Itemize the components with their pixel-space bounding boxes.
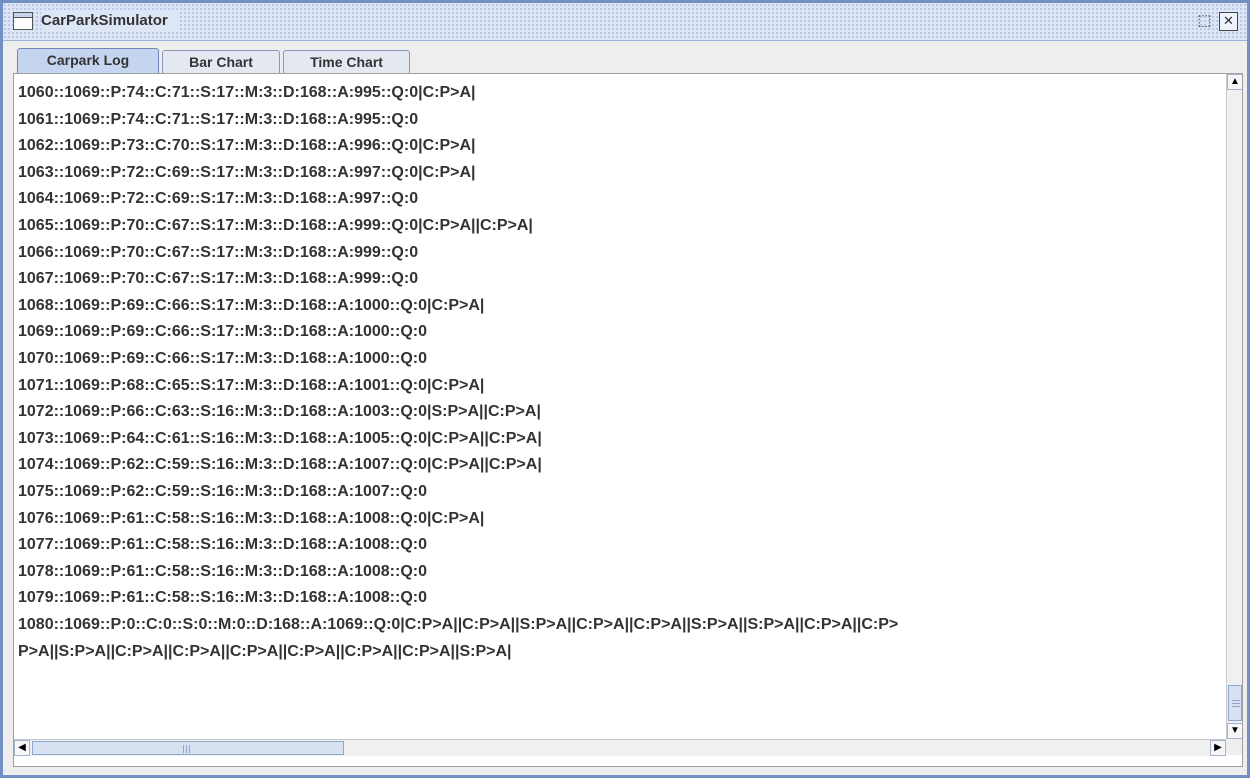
horizontal-scrollbar[interactable]: ◀ ▶ [14, 739, 1226, 756]
restore-icon[interactable]: ⬚ [1195, 12, 1214, 31]
log-line: 1068::1069::P:69::C:66::S:17::M:3::D:168… [18, 296, 485, 314]
vertical-scroll-thumb[interactable] [1228, 685, 1242, 721]
log-line: 1077::1069::P:61::C:58::S:16::M:3::D:168… [18, 536, 427, 554]
window-icon [13, 12, 33, 30]
log-line: 1073::1069::P:64::C:61::S:16::M:3::D:168… [18, 429, 542, 447]
carpark-simulator-window: CarParkSimulator ⬚ ✕ Carpark Log Bar Cha… [0, 0, 1250, 778]
log-line: 1074::1069::P:62::C:59::S:16::M:3::D:168… [18, 456, 542, 474]
tab-time-chart[interactable]: Time Chart [283, 50, 410, 74]
log-line: 1075::1069::P:62::C:59::S:16::M:3::D:168… [18, 483, 427, 500]
scrollbar-corner [1226, 739, 1242, 755]
log-panel: 1060::1069::P:74::C:71::S:17::M:3::D:168… [13, 73, 1243, 767]
tab-carpark-log[interactable]: Carpark Log [17, 48, 159, 74]
log-line: 1067::1069::P:70::C:67::S:17::M:3::D:168… [18, 270, 419, 288]
close-icon[interactable]: ✕ [1219, 12, 1238, 31]
log-line: 1079::1069::P:61::C:58::S:16::M:3::D:168… [18, 589, 427, 607]
log-line: 1069::1069::P:69::C:66::S:17::M:3::D:168… [18, 323, 427, 341]
tab-bar-chart[interactable]: Bar Chart [162, 50, 280, 74]
log-line: 1076::1069::P:61::C:58::S:16::M:3::D:168… [18, 509, 485, 527]
title-bar[interactable]: CarParkSimulator ⬚ ✕ [3, 3, 1247, 41]
log-line: 1066::1069::P:70::C:67::S:17::M:3::D:168… [18, 243, 419, 261]
tab-bar: Carpark Log Bar Chart Time Chart [3, 41, 1247, 74]
log-line: 1060::1069::P:74::C:71::S:17::M:3::D:168… [18, 84, 476, 101]
log-line: 1072::1069::P:66::C:63::S:16::M:3::D:168… [18, 403, 541, 421]
vertical-scrollbar[interactable]: ▲ ▼ [1226, 74, 1242, 739]
log-line: 1070::1069::P:69::C:66::S:17::M:3::D:168… [18, 350, 427, 367]
scroll-right-icon[interactable]: ▶ [1210, 740, 1226, 756]
log-line: 1064::1069::P:72::C:69::S:17::M:3::D:168… [18, 190, 419, 208]
log-line: 1065::1069::P:70::C:67::S:17::M:3::D:168… [18, 217, 533, 234]
scroll-up-icon[interactable]: ▲ [1227, 74, 1242, 90]
log-line: P>A||S:P>A||C:P>A||C:P>A||C:P>A||C:P>A||… [18, 642, 512, 660]
horizontal-scroll-thumb[interactable] [32, 741, 344, 755]
log-line: 1061::1069::P:74::C:71::S:17::M:3::D:168… [18, 110, 419, 128]
log-line: 1063::1069::P:72::C:69::S:17::M:3::D:168… [18, 163, 476, 181]
log-line: 1078::1069::P:61::C:58::S:16::M:3::D:168… [18, 562, 427, 580]
log-line: 1080::1069::P:0::C:0::S:0::M:0::D:168::A… [18, 616, 899, 633]
scroll-down-icon[interactable]: ▼ [1227, 723, 1242, 739]
scroll-left-icon[interactable]: ◀ [14, 740, 30, 756]
log-line: 1062::1069::P:73::C:70::S:17::M:3::D:168… [18, 137, 476, 155]
log-text-area[interactable]: 1060::1069::P:74::C:71::S:17::M:3::D:168… [14, 74, 1226, 734]
log-line: 1071::1069::P:68::C:65::S:17::M:3::D:168… [18, 376, 485, 394]
window-title: CarParkSimulator [41, 11, 178, 31]
